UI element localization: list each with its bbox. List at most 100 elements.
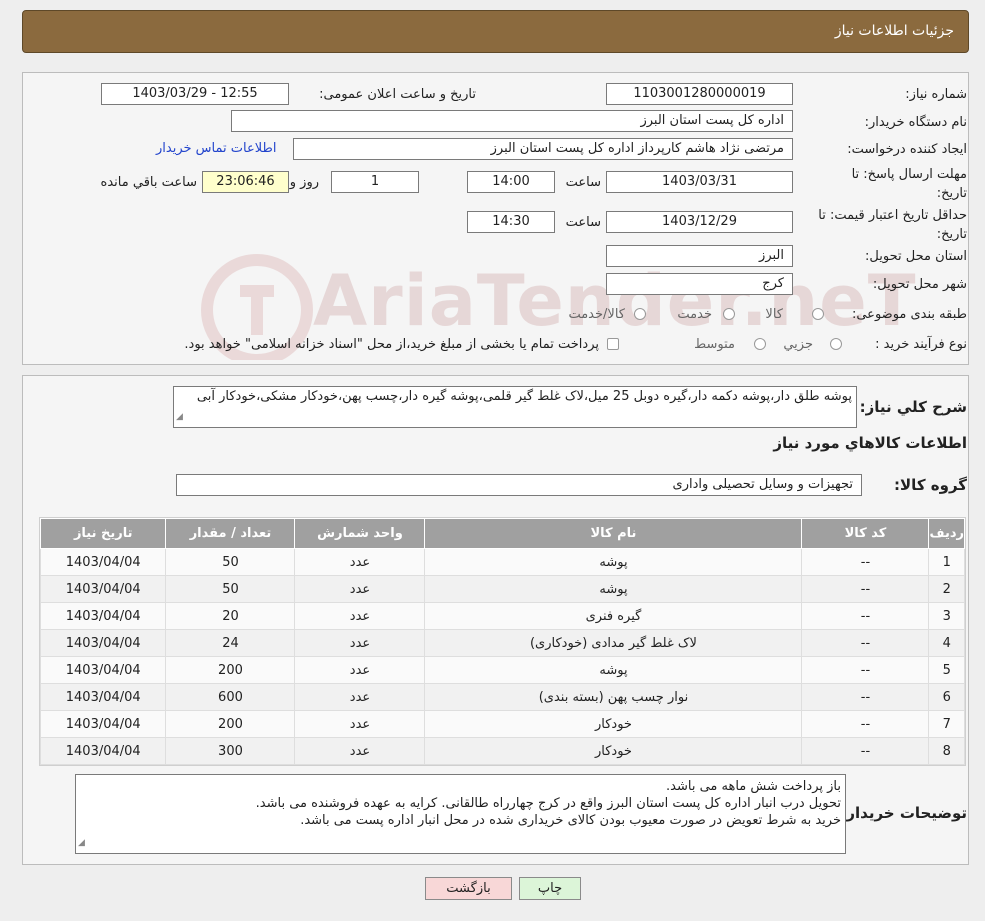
description-textarea: پوشه طلق دار،پوشه دکمه دار،گیره دوبل 25 …: [173, 386, 857, 428]
cell-need-date: 1403/04/04: [39, 548, 167, 576]
print-button[interactable]: چاپ: [519, 877, 581, 900]
price-time-field: 14:30: [467, 211, 555, 233]
cell-row-number: 8: [928, 737, 965, 765]
cell-need-date: 1403/04/04: [39, 737, 167, 765]
purchase-radio-medium[interactable]: [754, 338, 766, 350]
goods-table: ردیف کد کالا نام کالا واحد شمارش تعداد /…: [39, 518, 965, 765]
goods-group-field: تجهیزات و وسایل تحصیلی واداری: [176, 474, 862, 496]
buyer-note-line: باز پرداخت شش ماهه می باشد.: [666, 779, 841, 794]
cell-goods-name: پوشه: [424, 575, 803, 603]
cell-goods-code: --: [801, 710, 930, 738]
price-validity-label-line2: تاریخ:: [936, 227, 967, 242]
goods-group-label: گروه کالا:: [894, 476, 967, 494]
city-label: شهر محل تحویل:: [872, 277, 967, 292]
resize-grip-icon[interactable]: ◢: [176, 408, 183, 426]
cell-goods-name: پوشه: [424, 656, 803, 684]
days-field: 1: [331, 171, 419, 193]
cell-unit: عدد: [294, 737, 426, 765]
table-row: 2 -- پوشه عدد 50 1403/04/04: [39, 575, 965, 603]
table-row: 1 -- پوشه عدد 50 1403/04/04: [39, 548, 965, 576]
cell-unit: عدد: [294, 575, 426, 603]
purchase-type-label: نوع فرآیند خرید :: [875, 337, 967, 352]
buyer-note-line: خرید به شرط تعویض در صورت معیوب بودن کال…: [300, 813, 841, 828]
category-radio-goods[interactable]: [812, 308, 824, 320]
purchase-treasury-note: پرداخت تمام یا بخشی از مبلغ خرید،از محل …: [184, 337, 599, 352]
back-button[interactable]: بازگشت: [425, 877, 512, 900]
cell-need-date: 1403/04/04: [39, 629, 167, 657]
cell-quantity: 20: [165, 602, 296, 630]
cell-row-number: 3: [928, 602, 965, 630]
cell-need-date: 1403/04/04: [39, 683, 167, 711]
category-radio-service[interactable]: [723, 308, 735, 320]
cell-goods-name: خودکار: [424, 710, 803, 738]
col-goods-name: نام کالا: [424, 518, 803, 549]
category-option-goods-service: کالا/خدمت: [568, 307, 625, 322]
table-row: 3 -- گیره فنری عدد 20 1403/04/04: [39, 602, 965, 630]
table-row: 7 -- خودکار عدد 200 1403/04/04: [39, 710, 965, 738]
cell-quantity: 600: [165, 683, 296, 711]
cell-goods-code: --: [801, 683, 930, 711]
cell-row-number: 7: [928, 710, 965, 738]
reply-time-field: 14:00: [467, 171, 555, 193]
price-validity-label: حداقل تاریخ اعتبار قیمت: تا تاریخ:: [818, 206, 967, 244]
province-field: البرز: [606, 245, 793, 267]
requester-field: مرتضی نژاد هاشم کارپرداز اداره کل پست اس…: [293, 138, 793, 160]
purchase-option-minor: جزیي: [783, 337, 813, 352]
goods-table-header: ردیف کد کالا نام کالا واحد شمارش تعداد /…: [39, 518, 965, 549]
cell-quantity: 200: [165, 710, 296, 738]
description-text: پوشه طلق دار،پوشه دکمه دار،گیره دوبل 25 …: [196, 389, 852, 404]
cell-row-number: 4: [928, 629, 965, 657]
cell-goods-name: گیره فنری: [424, 602, 803, 630]
col-goods-code: کد کالا: [801, 518, 930, 549]
cell-need-date: 1403/04/04: [39, 575, 167, 603]
category-option-goods: کالا: [765, 307, 783, 322]
cell-goods-code: --: [801, 656, 930, 684]
page-header: جزئیات اطلاعات نیاز: [22, 10, 969, 53]
days-label: روز و: [289, 175, 319, 190]
announce-datetime-field: 1403/03/29 - 12:55: [101, 83, 289, 105]
reply-deadline-label-line1: مهلت ارسال پاسخ: تا: [851, 167, 967, 182]
buyer-contact-link[interactable]: اطلاعات تماس خریدار: [156, 141, 276, 156]
cell-need-date: 1403/04/04: [39, 656, 167, 684]
table-row: 8 -- خودکار عدد 300 1403/04/04: [39, 737, 965, 765]
cell-goods-code: --: [801, 629, 930, 657]
buyer-note-line: تحویل درب انبار اداره کل پست استان البرز…: [255, 796, 841, 811]
buyer-org-field: اداره کل پست استان البرز: [231, 110, 793, 132]
cell-goods-code: --: [801, 575, 930, 603]
cell-quantity: 50: [165, 548, 296, 576]
purchase-radio-minor[interactable]: [830, 338, 842, 350]
purchase-treasury-checkbox[interactable]: [607, 338, 619, 350]
table-row: 5 -- پوشه عدد 200 1403/04/04: [39, 656, 965, 684]
cell-row-number: 5: [928, 656, 965, 684]
category-label: طبقه بندی موضوعی:: [851, 307, 967, 322]
cell-goods-name: خودکار: [424, 737, 803, 765]
page-title: جزئیات اطلاعات نیاز: [834, 23, 954, 39]
purchase-option-medium: متوسط: [694, 337, 735, 352]
price-validity-label-line1: حداقل تاریخ اعتبار قیمت: تا: [818, 208, 967, 223]
cell-unit: عدد: [294, 683, 426, 711]
cell-goods-name: پوشه: [424, 548, 803, 576]
city-field: کرج: [606, 273, 793, 295]
cell-quantity: 24: [165, 629, 296, 657]
province-label: استان محل تحویل:: [865, 249, 967, 264]
category-radio-goods-service[interactable]: [634, 308, 646, 320]
col-quantity: تعداد / مقدار: [165, 518, 296, 549]
goods-table-wrapper: ردیف کد کالا نام کالا واحد شمارش تعداد /…: [39, 517, 966, 766]
category-option-service: خدمت: [677, 307, 712, 322]
cell-unit: عدد: [294, 548, 426, 576]
cell-unit: عدد: [294, 629, 426, 657]
col-unit: واحد شمارش: [294, 518, 426, 549]
cell-goods-code: --: [801, 602, 930, 630]
description-label: شرح کلي نیاز:: [859, 398, 967, 416]
cell-quantity: 50: [165, 575, 296, 603]
cell-unit: عدد: [294, 710, 426, 738]
resize-grip-icon[interactable]: ◢: [78, 835, 85, 852]
cell-goods-name: نوار چسب پهن (بسته بندی): [424, 683, 803, 711]
cell-need-date: 1403/04/04: [39, 602, 167, 630]
col-row-number: ردیف: [928, 518, 965, 549]
buyer-notes-textarea: باز پرداخت شش ماهه می باشد. تحویل درب ان…: [75, 774, 846, 854]
requester-label: ایجاد کننده درخواست:: [847, 142, 967, 157]
table-row: 4 -- لاک غلط گیر مدادی (خودکاری) عدد 24 …: [39, 629, 965, 657]
cell-row-number: 1: [928, 548, 965, 576]
buyer-org-label: نام دستگاه خریدار:: [864, 115, 967, 130]
